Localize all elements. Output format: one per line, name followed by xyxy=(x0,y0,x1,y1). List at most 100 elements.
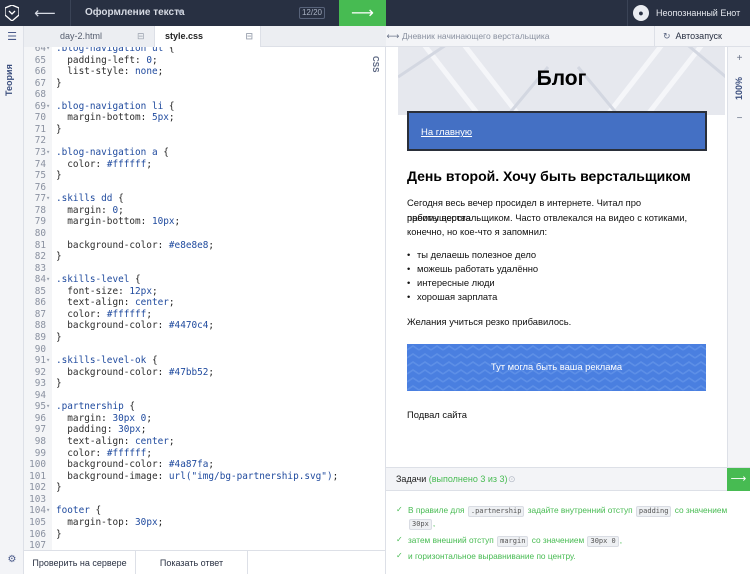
user-menu[interactable]: ● Неопознанный Енот xyxy=(633,0,740,26)
line-number: 67 xyxy=(34,77,46,89)
code-editor[interactable]: 64 ▾ .blog-navigation ul {65 padding-left:… xyxy=(24,47,386,550)
code-line[interactable]: 68 xyxy=(24,89,385,101)
code-line[interactable]: 67} xyxy=(24,77,385,90)
code-line[interactable]: 107 xyxy=(24,540,385,550)
code-line[interactable]: 86 text-align: center; xyxy=(24,297,385,309)
code-line[interactable]: 76 xyxy=(24,182,385,194)
line-number: 98 xyxy=(34,436,46,448)
fold-arrow-icon[interactable]: ▾ xyxy=(46,101,52,113)
tab-css[interactable]: style.css ⊟ xyxy=(154,26,261,47)
fold-arrow-icon[interactable]: ▾ xyxy=(46,193,52,205)
code-text: } xyxy=(56,124,62,136)
code-line[interactable]: 70 margin-bottom: 5px; xyxy=(24,112,385,124)
fold-arrow-icon[interactable]: ▾ xyxy=(46,47,52,55)
code-line[interactable]: 72 xyxy=(24,135,385,147)
code-line[interactable]: 96 margin: 30px 0; xyxy=(24,412,385,425)
code-text: background-color: #4470c4; xyxy=(56,320,214,332)
course-title[interactable]: Оформление текста xyxy=(85,0,185,26)
code-line[interactable]: 85 font-size: 12px; xyxy=(24,285,385,298)
code-line[interactable]: 94 xyxy=(24,390,385,402)
pin-icon[interactable]: ⊙ xyxy=(508,468,516,491)
fold-arrow-icon[interactable]: ▾ xyxy=(46,355,52,367)
code-line[interactable]: 88 background-color: #4470c4; xyxy=(24,320,385,332)
zoom-in-button[interactable]: + xyxy=(728,53,750,64)
next-arrow-button[interactable]: ⟶ xyxy=(339,0,386,26)
code-chip: 30px xyxy=(409,519,432,530)
menu-icon[interactable]: ☰ xyxy=(0,30,24,44)
code-line[interactable]: 92 background-color: #47bb52; xyxy=(24,367,385,379)
code-line[interactable]: 95 ▾ .partnership { xyxy=(24,401,385,413)
logo-icon[interactable] xyxy=(0,0,24,26)
code-line[interactable]: 83 xyxy=(24,263,385,275)
line-number: 99 xyxy=(34,447,46,459)
window-icon[interactable]: ⊟ xyxy=(245,26,253,47)
code-text: } xyxy=(56,170,62,182)
code-line[interactable]: 104 ▾ footer { xyxy=(24,505,385,517)
theory-tab[interactable]: Теория xyxy=(4,50,20,110)
code-line[interactable]: 100 background-color: #4a87fa; xyxy=(24,459,385,471)
code-line[interactable]: 91 ▾ .skills-level-ok { xyxy=(24,355,385,367)
fold-arrow-icon[interactable]: ▾ xyxy=(46,274,52,286)
check-on-server-button[interactable]: Проверить на сервере xyxy=(24,551,136,574)
code-line[interactable]: 69 ▾ .blog-navigation li { xyxy=(24,100,385,113)
code-line[interactable]: 66 list-style: none; xyxy=(24,66,385,78)
code-line[interactable]: 101 background-image: url("img/bg-partne… xyxy=(24,471,385,483)
back-arrow-button[interactable]: ⟵ xyxy=(26,0,64,26)
line-number: 81 xyxy=(34,239,46,251)
code-token: ; xyxy=(151,285,158,297)
code-line[interactable]: 82} xyxy=(24,251,385,263)
tab-html[interactable]: day-2.html ⊟ xyxy=(24,26,154,47)
code-token: margin xyxy=(56,412,102,424)
home-link[interactable]: На главную xyxy=(421,127,472,138)
code-line[interactable]: 105 margin-top: 30px; xyxy=(24,517,385,529)
fold-arrow-icon[interactable]: ▾ xyxy=(46,401,52,413)
code-line[interactable]: 81 background-color: #e8e8e8; xyxy=(24,239,385,252)
code-line[interactable]: 71} xyxy=(24,124,385,136)
zoom-level: 100% xyxy=(734,77,744,101)
code-line[interactable]: 65 padding-left: 0; xyxy=(24,54,385,67)
code-text: background-image: url("img/bg-partnershi… xyxy=(56,471,338,483)
code-line[interactable]: 103 xyxy=(24,494,385,506)
code-line[interactable]: 98 text-align: center; xyxy=(24,436,385,448)
code-line[interactable]: 78 margin: 0; xyxy=(24,204,385,217)
code-line[interactable]: 102} xyxy=(24,482,385,494)
code-line[interactable]: 106} xyxy=(24,529,385,541)
code-token: margin xyxy=(56,204,102,216)
code-line[interactable]: 90 xyxy=(24,343,385,356)
line-number: 90 xyxy=(34,343,46,355)
code-line[interactable]: 87 color: #ffffff; xyxy=(24,309,385,321)
code-token: ; xyxy=(174,216,181,228)
code-line[interactable]: 84 ▾ .skills-level { xyxy=(24,274,385,286)
autorun-toggle[interactable]: ↻ Автозапуск xyxy=(654,26,722,47)
code-line[interactable]: 77 ▾ .skills dd { xyxy=(24,193,385,205)
code-line[interactable]: 79 margin-bottom: 10px; xyxy=(24,216,385,228)
code-line[interactable]: 74 color: #ffffff; xyxy=(24,159,385,171)
code-text: footer { xyxy=(56,505,101,517)
code-token: : xyxy=(135,54,147,66)
code-line[interactable]: 80 xyxy=(24,227,385,240)
chevron-down-icon[interactable]: ▼ xyxy=(176,0,184,26)
next-task-button[interactable]: ⟶ xyxy=(727,468,750,491)
code-line[interactable]: 99 color: #ffffff; xyxy=(24,447,385,460)
expand-arrows-icon[interactable]: ⟷ xyxy=(386,26,400,47)
code-line[interactable]: 89} xyxy=(24,332,385,344)
code-line[interactable]: 75} xyxy=(24,170,385,182)
code-token: background-color xyxy=(56,320,158,332)
code-token: : xyxy=(157,239,169,251)
code-line[interactable]: 97 padding: 30px; xyxy=(24,424,385,436)
code-line[interactable]: 73 ▾ .blog-navigation a { xyxy=(24,147,385,159)
tab-label: day-2.html xyxy=(60,31,103,41)
fold-arrow-icon[interactable]: ▾ xyxy=(46,505,52,517)
line-number: 80 xyxy=(34,227,46,239)
window-icon[interactable]: ⊟ xyxy=(137,26,145,47)
code-line[interactable]: 93} xyxy=(24,378,385,390)
tasks-status: (выполнено 3 из 3) xyxy=(428,474,508,484)
zoom-out-button[interactable]: − xyxy=(728,113,750,124)
code-token: .blog-navigation li xyxy=(56,100,164,112)
fold-arrow-icon[interactable]: ▾ xyxy=(46,147,52,159)
code-line[interactable]: 64 ▾ .blog-navigation ul { xyxy=(24,47,385,55)
gear-icon[interactable]: ⚙ xyxy=(0,554,24,568)
show-answer-button[interactable]: Показать ответ xyxy=(136,551,248,574)
line-number: 96 xyxy=(34,412,46,424)
progress-counter: 12/20 xyxy=(299,7,325,19)
